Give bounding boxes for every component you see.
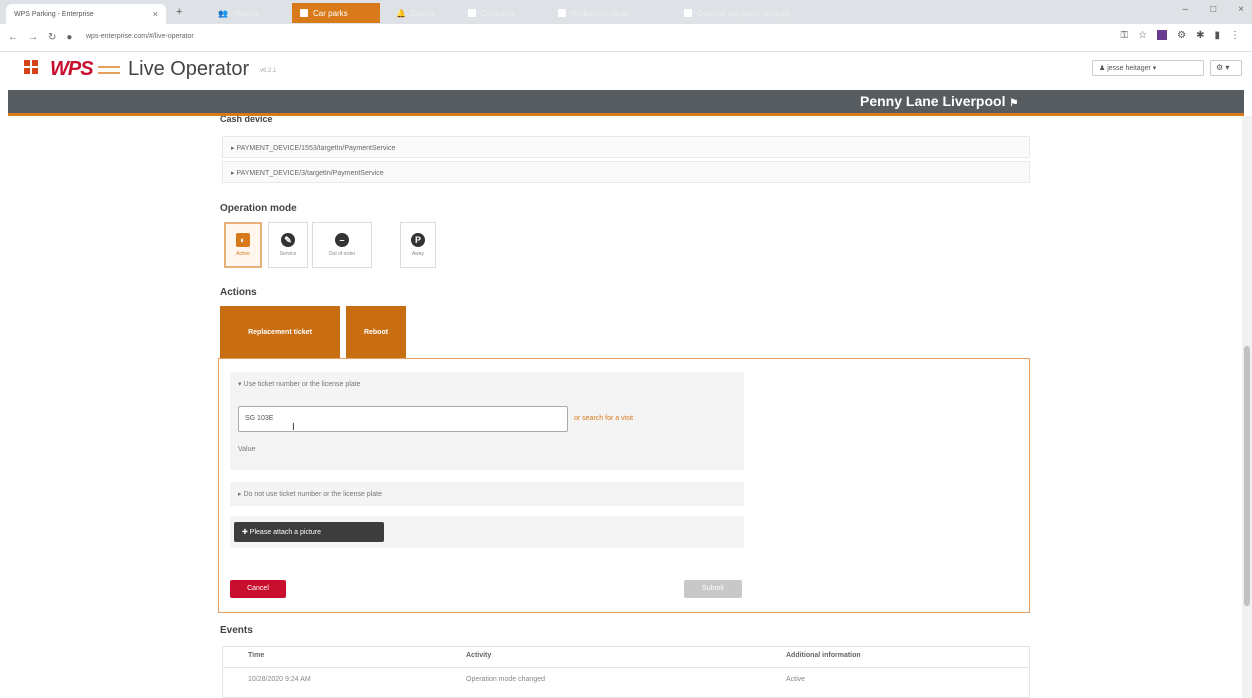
cash-device-heading: Cash device [220,116,273,124]
submit-button[interactable]: Submit [684,580,742,598]
tab-title: WPS Parking - Enterprise [14,10,94,18]
actions-heading: Actions [220,287,257,298]
nav-car-parks[interactable]: Car parks [292,3,380,23]
bell-icon: 🔔 [396,8,406,18]
browser-nav: ← → ↻ ● [8,32,72,43]
back-icon[interactable]: ← [8,32,18,43]
event-time-cell: 10/28/2020 9:24 AM [248,676,311,683]
nav-contracts[interactable]: Contracts [460,3,523,23]
mode-active-button[interactable]: ◐ Active [224,222,262,268]
nav-visitors[interactable]: 👥 Visitors [210,3,267,23]
nav-label: Reduction cards [571,8,629,18]
users-icon: 👥 [218,8,228,18]
gear-icon[interactable]: ⚙ [1177,30,1186,41]
browser-tab[interactable]: WPS Parking - Enterprise × [6,4,166,24]
nav-label: Events [410,8,436,18]
column-header-additional-info: Additional information [786,652,861,659]
device-row[interactable]: ▸ PAYMENT_DEVICE/1553/targetIn/PaymentSe… [222,136,1030,158]
wps-logo: WPS [50,58,94,80]
chevron-down-icon: ▾ [1152,65,1157,72]
new-tab-button[interactable]: + [176,6,182,18]
device-row[interactable]: ▸ PAYMENT_DEVICE/3/targetIn/PaymentServi… [222,161,1030,183]
app-version: v6.2.1 [260,68,277,74]
nav-label: General car parks settings [697,8,791,18]
attach-picture-button[interactable]: ✚ Please attach a picture [234,522,384,542]
license-plate-input[interactable]: SG 103E [238,406,568,432]
key-icon[interactable]: ⚿ [1121,30,1129,41]
settings-icon [684,9,692,17]
parking-icon [300,9,308,17]
card-icon [558,9,566,17]
column-header-time: Time [248,652,265,659]
cancel-button[interactable]: Cancel [230,580,286,598]
replacement-ticket-button[interactable]: Replacement ticket [220,306,340,358]
table-divider [222,667,1030,668]
main-nav [8,90,1244,116]
no-entry-icon: – [335,233,349,247]
logo-stripe [98,66,120,74]
text-cursor-icon: I [292,422,295,433]
menu-icon[interactable]: ⋮ [1230,30,1240,41]
profile-icon[interactable]: ▮ [1214,30,1220,41]
value-label: Value [238,446,256,453]
nav-reduction-cards[interactable]: Reduction cards [550,3,637,23]
operation-mode-heading: Operation mode [220,203,297,214]
site-name[interactable]: Penny Lane Liverpool ⚑ [860,93,1018,109]
close-tab-icon[interactable]: × [153,9,158,19]
parking-icon: P [411,233,425,247]
reboot-button[interactable]: Reboot [346,306,406,358]
wrench-icon: ✎ [281,233,295,247]
settings-menu[interactable]: ⚙ ▾ [1210,60,1242,76]
extension-icon[interactable] [1157,30,1168,40]
lock-icon: ● [66,32,73,43]
ticket-accordion-toggle[interactable]: ▾ Use ticket number or the license plate [238,380,361,388]
column-header-activity: Activity [466,652,492,659]
close-window-icon[interactable]: × [1238,4,1244,15]
bell-icon: ⚑ [1009,98,1019,109]
app-title: Live Operator [128,58,250,80]
address-bar: ← → ↻ ● wps-enterprise.com/#/live-operat… [0,24,1252,52]
maximize-icon[interactable]: □ [1210,4,1216,15]
document-icon [468,9,476,17]
browser-extensions: ⚿ ☆ ⚙ ✱ ▮ ⋮ [1121,30,1240,41]
nav-label: Contracts [481,8,516,18]
nav-label: Car parks [313,8,348,18]
no-ticket-accordion-toggle[interactable]: ▸ Do not use ticket number or the licens… [238,490,382,498]
search-visit-link[interactable]: or search for a visit [574,415,633,422]
star-icon[interactable]: ☆ [1138,30,1147,41]
events-heading: Events [220,625,253,636]
nav-events[interactable]: 🔔 Events [388,3,443,23]
user-menu[interactable]: ♟ jesse heitager ▾ [1092,60,1204,76]
event-activity-cell: Operation mode changed [466,676,545,683]
reload-icon[interactable]: ↻ [48,32,56,43]
forward-icon[interactable]: → [28,32,38,43]
url-field[interactable]: wps-enterprise.com/#/live-operator [86,33,194,40]
nav-general-settings[interactable]: General car parks settings [676,3,798,23]
scrollbar-thumb[interactable] [1244,346,1250,606]
mode-out-of-order-button[interactable]: – Out of order [312,222,372,268]
events-table [222,646,1030,698]
window-controls: – □ × [1183,4,1244,15]
apps-grid-icon[interactable] [24,60,38,74]
mode-service-button[interactable]: ✎ Service [268,222,308,268]
active-mode-icon: ◐ [236,233,250,247]
event-info-cell: Active [786,676,806,683]
user-name: jesse heitager [1107,65,1151,72]
minimize-icon[interactable]: – [1183,4,1189,15]
user-icon: ♟ [1099,65,1108,72]
mode-away-button[interactable]: P Away [400,222,436,268]
nav-label: Visitors [232,8,260,18]
puzzle-icon[interactable]: ✱ [1196,30,1204,41]
